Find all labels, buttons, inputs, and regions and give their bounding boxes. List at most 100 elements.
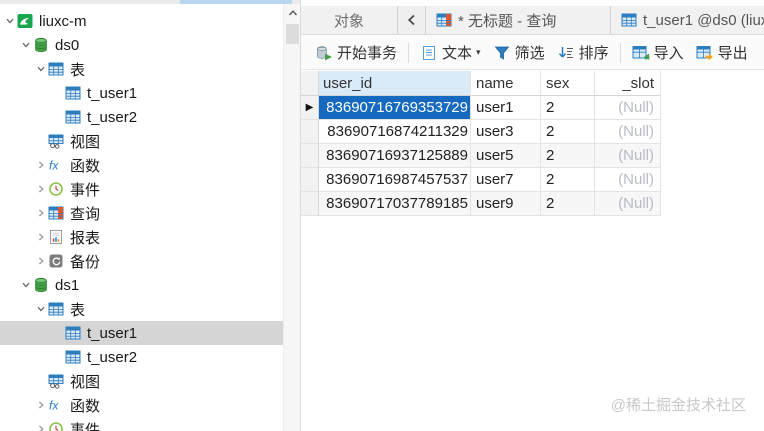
svg-text:fx: fx (49, 159, 59, 173)
row-indicator-cell[interactable] (301, 120, 319, 144)
cell-name[interactable]: user7 (471, 168, 541, 192)
chevron-right-icon[interactable] (33, 153, 48, 177)
tree-item-connection-liuxc-m[interactable]: liuxc-m (0, 9, 283, 33)
tree-item-label: 表 (70, 301, 86, 319)
cell-user-id[interactable]: 83690716874211329 (319, 120, 471, 144)
cell-sex[interactable]: 2 (541, 96, 595, 120)
view-icon (48, 373, 64, 389)
text-document-icon (420, 45, 438, 61)
cell-name[interactable]: user9 (471, 192, 541, 216)
row-indicator-cell[interactable]: ▶ (301, 96, 319, 120)
row-indicator-cell[interactable] (301, 144, 319, 168)
cell-slot[interactable]: (Null) (595, 144, 661, 168)
chevron-right-icon[interactable] (33, 177, 48, 201)
table-icon (65, 109, 81, 125)
cell-sex[interactable]: 2 (541, 192, 595, 216)
tree-item-views-ds0[interactable]: 视图 (0, 129, 283, 153)
chevron-down-icon[interactable] (18, 33, 33, 57)
chevron-down-icon[interactable] (2, 9, 17, 33)
tree-item-label: 视图 (70, 373, 101, 391)
tree-item-tables-folder[interactable]: 表 (0, 57, 283, 81)
row-indicator-cell[interactable] (301, 168, 319, 192)
scroll-up-icon (288, 10, 297, 16)
chevron-right-icon[interactable] (33, 393, 48, 417)
export-button[interactable]: 导出 (690, 40, 754, 66)
tab-label: * 无标题 - 查询 (458, 12, 557, 30)
tree-item-label: 函数 (70, 397, 101, 415)
cell-slot[interactable]: (Null) (595, 192, 661, 216)
table-icon (65, 349, 81, 365)
cell-name[interactable]: user1 (471, 96, 541, 120)
tree-item-views-ds1[interactable]: 视图 (0, 369, 283, 393)
chevron-down-icon[interactable] (33, 297, 48, 321)
scroll-up-button[interactable] (284, 4, 301, 22)
toolbar-separator (408, 42, 410, 63)
tree-scrollbar[interactable] (283, 4, 300, 431)
column-header-user-id[interactable]: user_id (319, 71, 471, 96)
chevron-right-icon[interactable] (33, 225, 48, 249)
tree-item-label: 查询 (70, 205, 101, 223)
cell-user-id[interactable]: 83690716987457537 (319, 168, 471, 192)
column-header-slot[interactable]: _slot (595, 71, 661, 96)
tree-item-label: 函数 (70, 157, 101, 175)
tab-objects[interactable]: 对象 (301, 6, 397, 34)
tree-item-database-ds1[interactable]: ds1 (0, 273, 283, 297)
tree-item-backups-ds0[interactable]: 备份 (0, 249, 283, 273)
chevron-down-icon[interactable] (18, 273, 33, 297)
sort-button[interactable]: 排序 (551, 40, 615, 66)
tree-item-label: ds1 (55, 276, 80, 294)
tree-item-events-ds1[interactable]: 事件 (0, 417, 283, 431)
tree-item-functions-ds0[interactable]: fx 函数 (0, 153, 283, 177)
sort-icon (557, 45, 575, 61)
cell-name[interactable]: user3 (471, 120, 541, 144)
tab-scroll-left-button[interactable] (397, 6, 426, 34)
row-indicator-cell[interactable] (301, 192, 319, 216)
tree-item-queries-ds0[interactable]: 查询 (0, 201, 283, 225)
cell-user-id[interactable]: 83690717037789185 (319, 192, 471, 216)
cell-sex[interactable]: 2 (541, 168, 595, 192)
tab-t-user1-ds0[interactable]: t_user1 @ds0 (liux (611, 6, 764, 34)
tree-item-reports-ds0[interactable]: 报表 (0, 225, 283, 249)
column-header-name[interactable]: name (471, 71, 541, 96)
tree-item-table-t-user2-ds1[interactable]: t_user2 (0, 345, 283, 369)
column-header-sex[interactable]: sex (541, 71, 595, 96)
mysql-connection-icon (17, 13, 33, 29)
cell-sex[interactable]: 2 (541, 144, 595, 168)
tree-item-label: 报表 (70, 229, 101, 247)
tree-item-events-ds0[interactable]: 事件 (0, 177, 283, 201)
import-button[interactable]: 导入 (626, 40, 690, 66)
tree-item-table-t-user1-ds0[interactable]: t_user1 (0, 81, 283, 105)
report-icon (48, 229, 64, 245)
text-view-button[interactable]: 文本 ▾ (414, 40, 487, 66)
scrollbar-thumb[interactable] (286, 24, 299, 44)
cell-sex[interactable]: 2 (541, 120, 595, 144)
chevron-right-icon[interactable] (33, 201, 48, 225)
cell-user-id[interactable]: 83690716769353729 (319, 96, 471, 120)
tree-item-table-t-user2-ds0[interactable]: t_user2 (0, 105, 283, 129)
chevron-right-icon[interactable] (33, 417, 48, 431)
tree-item-functions-ds1[interactable]: fx 函数 (0, 393, 283, 417)
function-icon: fx (48, 157, 64, 173)
toolbar-button-label: 文本 (442, 45, 473, 62)
cell-name[interactable]: user5 (471, 144, 541, 168)
chevron-right-icon[interactable] (33, 249, 48, 273)
tree-item-database-ds0[interactable]: ds0 (0, 33, 283, 57)
tree-item-label: t_user2 (87, 108, 138, 126)
tree-item-table-t-user1-ds1[interactable]: t_user1 (0, 321, 283, 345)
begin-transaction-button[interactable]: 开始事务 (309, 40, 403, 66)
import-icon (632, 45, 650, 61)
cell-slot[interactable]: (Null) (595, 120, 661, 144)
tab-label: t_user1 @ds0 (liux (643, 11, 764, 29)
header-spacer-cell (301, 71, 319, 96)
filter-button[interactable]: 筛选 (487, 40, 551, 66)
cell-user-id[interactable]: 83690716937125889 (319, 144, 471, 168)
caret-down-icon[interactable]: ▾ (476, 47, 481, 58)
chevron-down-icon[interactable] (33, 57, 48, 81)
tab-untitled-query[interactable]: * 无标题 - 查询 (426, 6, 611, 34)
tree-item-tables-folder-ds1[interactable]: 表 (0, 297, 283, 321)
cell-slot[interactable]: (Null) (595, 168, 661, 192)
cell-slot[interactable]: (Null) (595, 96, 661, 120)
toolbar-button-label: 导入 (653, 45, 684, 62)
current-row-marker-icon: ▶ (305, 101, 314, 113)
